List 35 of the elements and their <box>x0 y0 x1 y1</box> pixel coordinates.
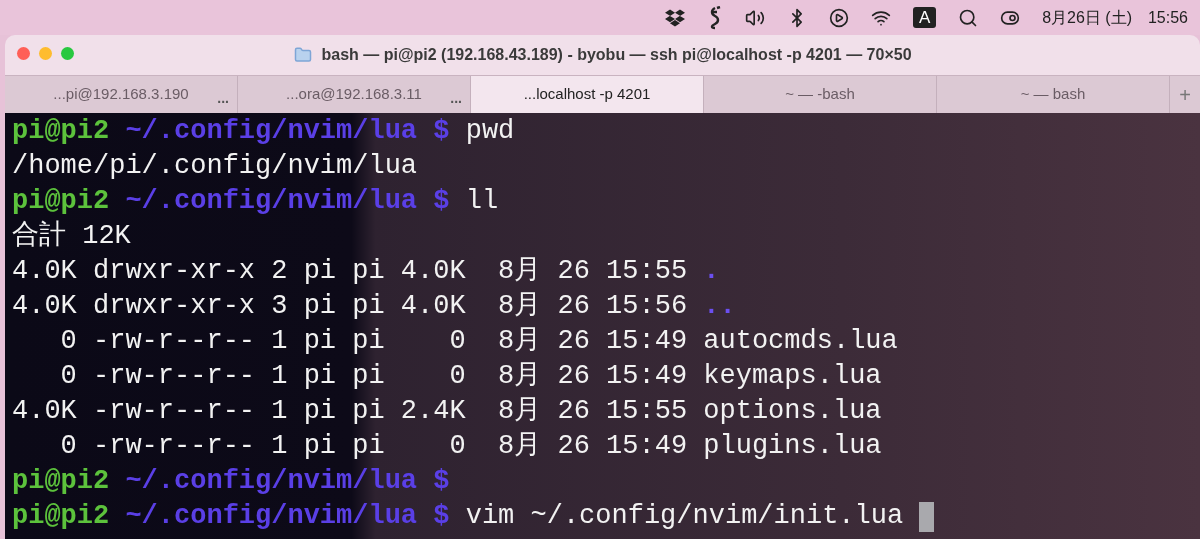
output-text: ll <box>464 185 499 218</box>
cursor <box>919 501 935 532</box>
menu-bar-time[interactable]: 15:56 <box>1147 5 1188 30</box>
menu-bar-date[interactable]: 8月26日 (土) <box>1042 5 1132 30</box>
tab-activity-indicator: ... <box>217 89 229 108</box>
search-icon[interactable] <box>958 7 979 28</box>
output-text: 4.0K drwxr-xr-x 3 pi pi 4.0K 8月 26 15:56 <box>12 290 689 323</box>
output-text: /home/pi/.config/nvim/lua <box>12 150 418 183</box>
prompt-user: pi@pi2 <box>12 185 110 218</box>
output-text: 4.0K drwxr-xr-x 2 pi pi 4.0K 8月 26 15:55 <box>12 255 689 288</box>
output-text: 0 -rw-r--r-- 1 pi pi 0 8月 26 15:49 plugins.lua <box>59 430 882 463</box>
prompt-user: pi@pi2 <box>12 500 110 533</box>
volume-icon[interactable] <box>745 7 766 28</box>
tab-activity-indicator: ... <box>450 89 462 108</box>
window-title: bash — pi@pi2 (192.168.43.189) - byobu — ssh pi@localhost -p 4201 — 70×50 <box>321 45 912 65</box>
prompt-path: ~/.config/nvim/lua $ <box>124 500 450 533</box>
folder-icon <box>293 46 314 64</box>
prompt-path: ~/.config/nvim/lua $ <box>124 115 450 148</box>
output-text: vim ~/.config/nvim/init.lua <box>464 500 904 533</box>
prompt-user: pi@pi2 <box>12 465 110 498</box>
directory-name: .. <box>703 290 736 323</box>
output-text: 0 -rw-r--r-- 1 pi pi 0 8月 26 15:49 keymaps.lua <box>59 360 882 393</box>
output-text: 0 -rw-r--r-- 1 pi pi 0 8月 26 15:49 autocmds.lua <box>59 325 898 358</box>
play-icon[interactable] <box>829 7 850 28</box>
directory-name: . <box>703 255 720 288</box>
output-text: pwd <box>464 115 515 148</box>
prompt-path: ~/.config/nvim/lua $ <box>124 185 450 218</box>
input-source-indicator[interactable]: A <box>913 7 937 28</box>
terminal-area[interactable] <box>5 113 1200 539</box>
prompt-path: ~/.config/nvim/lua $ <box>124 465 450 498</box>
dropbox-icon[interactable] <box>665 7 686 28</box>
prompt-user: pi@pi2 <box>12 115 110 148</box>
output-text: 合計 12K <box>12 219 131 253</box>
output-text: 4.0K -rw-r--r-- 1 pi pi 2.4K 8月 26 15:55 options.lua <box>12 395 882 428</box>
tab[interactable]: ...localhost -p 4201 <box>471 76 704 113</box>
